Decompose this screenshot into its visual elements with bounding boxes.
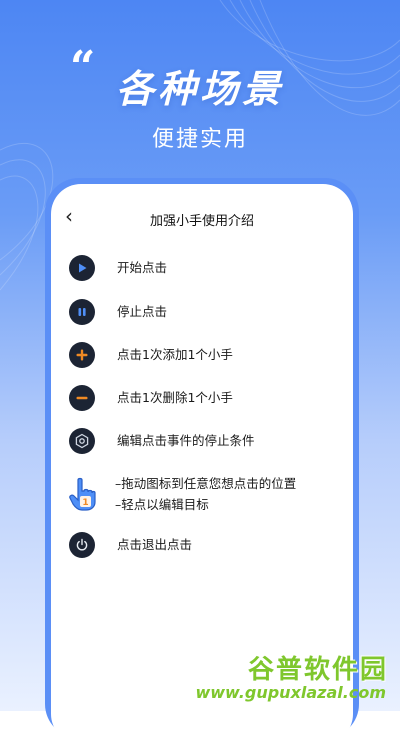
list-item: 点击1次删除1个小手: [69, 377, 343, 419]
list-item: 编辑点击事件的停止条件: [69, 420, 343, 462]
hero-title: 各种场景: [116, 67, 285, 111]
list-item-label: –拖动图标到任意您想点击的位置 –轻点以编辑目标: [115, 473, 296, 515]
gear-icon: [69, 428, 95, 454]
list-item: 点击1次添加1个小手: [69, 334, 343, 376]
list-item: 停止点击: [69, 291, 343, 333]
instruction-list: 开始点击 停止点击 点击1次添加1个小手 点击1次删除1个小手 编辑点击事件的停…: [69, 247, 343, 566]
watermark: 谷普软件园 www.gupuxlazal.com: [195, 649, 388, 707]
hand-pointer-icon: 1: [69, 477, 96, 511]
hero-subtitle: 便捷实用: [151, 127, 248, 152]
list-item: 点击退出点击: [69, 524, 343, 566]
power-icon: [69, 532, 95, 558]
list-item-label-line: –轻点以编辑目标: [115, 497, 209, 512]
list-item: 1 –拖动图标到任意您想点击的位置 –轻点以编辑目标: [69, 466, 343, 522]
hand-badge: 1: [82, 498, 88, 508]
watermark-name: 谷普软件园: [247, 655, 388, 685]
plus-icon: [69, 342, 95, 368]
list-item-label: 编辑点击事件的停止条件: [117, 433, 255, 448]
minus-icon: [69, 385, 95, 411]
quote-mark: “: [70, 42, 96, 93]
screen-title: 加强小手使用介绍: [149, 214, 254, 229]
list-item-label: 点击1次添加1个小手: [117, 347, 233, 362]
screen-header: ‹ 加强小手使用介绍: [51, 184, 353, 242]
pause-icon: [69, 299, 95, 325]
list-item-label-line: –拖动图标到任意您想点击的位置: [115, 476, 297, 491]
play-icon: [69, 255, 95, 281]
watermark-url: www.gupuxlazal.com: [195, 683, 386, 702]
list-item-label: 点击1次删除1个小手: [117, 390, 233, 405]
list-item-label: 点击退出点击: [117, 537, 193, 552]
list-item-label: 停止点击: [117, 304, 168, 319]
list-item: 开始点击: [69, 247, 343, 289]
list-item-label: 开始点击: [117, 260, 168, 275]
